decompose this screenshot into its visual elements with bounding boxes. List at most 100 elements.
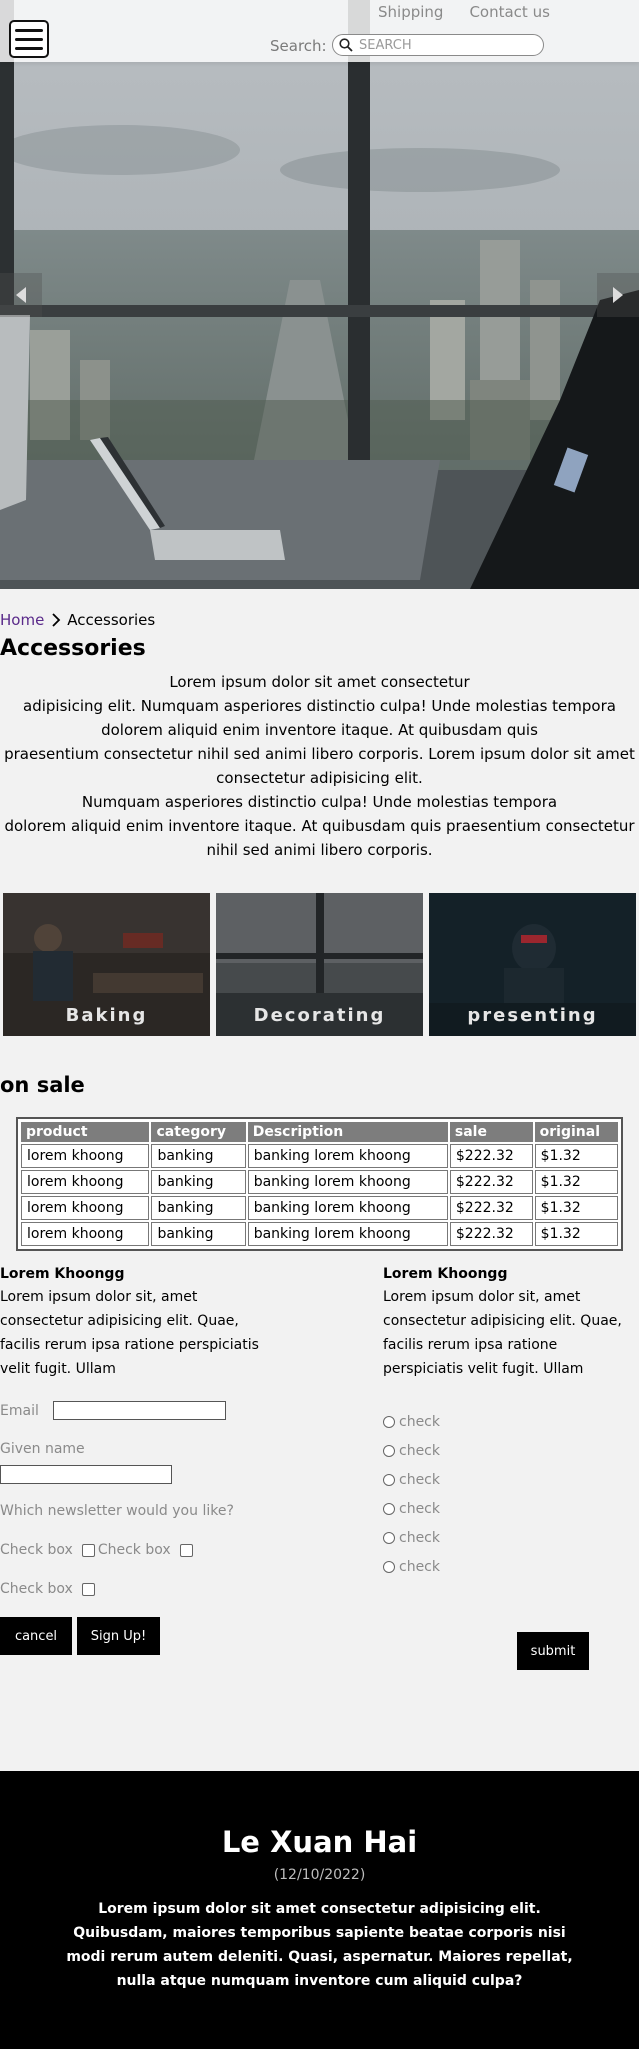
table-cell: $222.32: [449, 1222, 533, 1246]
table-cell: $1.32: [534, 1196, 618, 1220]
category-card-baking[interactable]: Baking: [3, 893, 210, 1036]
category-cards: Baking Decorating presenting: [3, 893, 636, 1036]
radio-button[interactable]: [383, 1473, 395, 1486]
table-cell: banking lorem khoong: [247, 1222, 448, 1246]
checkbox-label: Check box: [0, 1542, 73, 1558]
intro-line: praesentium consectetur nihil sed animi …: [4, 745, 635, 787]
table-cell: $222.32: [449, 1170, 533, 1194]
footer: Le Xuan Hai (12/10/2022) Lorem ipsum dol…: [0, 1771, 639, 2049]
checkbox[interactable]: [179, 1543, 193, 1557]
table-row: lorem khoong banking banking lorem khoon…: [21, 1222, 618, 1246]
radio-button[interactable]: [383, 1415, 395, 1428]
radio-option[interactable]: check: [383, 1547, 440, 1586]
category-label: Decorating: [253, 1005, 386, 1026]
checkbox[interactable]: [81, 1582, 95, 1596]
carousel-prev-button[interactable]: [0, 273, 42, 317]
newsletter-question: Which newsletter would you like?: [0, 1503, 234, 1519]
table-cell: lorem khoong: [21, 1170, 150, 1194]
table-cell: banking: [151, 1170, 246, 1194]
radio-button[interactable]: [383, 1444, 395, 1457]
radio-label: check: [399, 1500, 440, 1517]
radio-label: check: [399, 1529, 440, 1546]
hero-image: [0, 0, 639, 589]
search-label: Search:: [270, 37, 327, 55]
sign-up-button[interactable]: Sign Up!: [77, 1617, 160, 1655]
breadcrumb-current: Accessories: [67, 611, 156, 629]
left-info-column: Lorem Khoongg Lorem ipsum dolor sit, ame…: [0, 1263, 260, 1381]
radio-button[interactable]: [383, 1560, 395, 1573]
table-cell: banking lorem khoong: [247, 1196, 448, 1220]
table-cell: $222.32: [449, 1144, 533, 1168]
radio-label: check: [399, 1471, 440, 1488]
carousel-next-button[interactable]: [597, 273, 639, 317]
column-text: Lorem ipsum dolor sit, amet consectetur …: [383, 1289, 622, 1377]
hamburger-icon-bar: [15, 28, 43, 32]
hamburger-icon-bar: [15, 37, 43, 41]
table-cell: banking: [151, 1196, 246, 1220]
breadcrumb-home-link[interactable]: Home: [0, 611, 44, 629]
column-header: product: [21, 1122, 150, 1142]
table-row: lorem khoong banking banking lorem khoon…: [21, 1170, 618, 1194]
table-cell: $1.32: [534, 1222, 618, 1246]
column-title: Lorem Khoongg: [0, 1266, 125, 1282]
column-header: category: [151, 1122, 246, 1142]
hero-carousel: [0, 0, 639, 589]
table-cell: $1.32: [534, 1144, 618, 1168]
submit-button[interactable]: submit: [517, 1632, 589, 1670]
category-card-presenting[interactable]: presenting: [429, 893, 636, 1036]
table-cell: banking: [151, 1144, 246, 1168]
radio-button[interactable]: [383, 1502, 395, 1515]
breadcrumb: Home Accessories: [0, 611, 155, 629]
radio-group: check check check check check check: [383, 1402, 440, 1586]
table-cell: $222.32: [449, 1196, 533, 1220]
menu-button[interactable]: [9, 20, 49, 58]
table-cell: lorem khoong: [21, 1196, 150, 1220]
table-cell: lorem khoong: [21, 1144, 150, 1168]
radio-button[interactable]: [383, 1531, 395, 1544]
checkbox-label: Check box: [0, 1581, 73, 1597]
category-card-decorating[interactable]: Decorating: [216, 893, 423, 1036]
on-sale-heading: on sale: [0, 1073, 85, 1097]
right-info-column: Lorem Khoongg Lorem ipsum dolor sit, ame…: [383, 1263, 639, 1381]
intro-line: dolorem aliquid enim inventore itaque. A…: [4, 817, 635, 859]
email-row: Email: [0, 1401, 226, 1420]
category-label: presenting: [467, 1005, 598, 1026]
intro-line: Lorem ipsum dolor sit amet consectetur: [169, 673, 470, 691]
email-label: Email: [0, 1402, 39, 1419]
search-input[interactable]: [359, 37, 539, 53]
column-header: Description: [247, 1122, 448, 1142]
top-nav: Shipping Contact us: [378, 3, 550, 21]
chevron-right-icon: [52, 613, 61, 627]
email-field[interactable]: [52, 1401, 226, 1420]
radio-label: check: [399, 1558, 440, 1575]
search-icon: [339, 38, 353, 52]
triangle-left-icon: [16, 287, 26, 303]
footer-text: Lorem ipsum dolor sit amet consectetur a…: [66, 1901, 573, 1989]
sale-table: product category Description sale origin…: [16, 1117, 623, 1251]
cancel-button[interactable]: cancel: [0, 1617, 72, 1655]
top-header: Shipping Contact us Search:: [0, 0, 639, 62]
footer-date: (12/10/2022): [273, 1867, 366, 1883]
checkbox[interactable]: [81, 1543, 95, 1557]
search-box[interactable]: [332, 34, 544, 56]
column-text: Lorem ipsum dolor sit, amet consectetur …: [0, 1289, 259, 1377]
given-name-field[interactable]: [0, 1465, 172, 1484]
given-name-label: Given name: [0, 1441, 85, 1457]
table-row: lorem khoong banking banking lorem khoon…: [21, 1196, 618, 1220]
table-cell: lorem khoong: [21, 1222, 150, 1246]
intro-text: Lorem ipsum dolor sit amet consectetur a…: [0, 670, 639, 862]
table-cell: banking lorem khoong: [247, 1170, 448, 1194]
radio-label: check: [399, 1413, 440, 1430]
checkbox-row: Check box: [0, 1581, 95, 1597]
table-cell: $1.32: [534, 1170, 618, 1194]
column-header: sale: [449, 1122, 533, 1142]
nav-link-contact[interactable]: Contact us: [469, 3, 549, 21]
checkbox-row: Check box Check box: [0, 1542, 193, 1558]
checkbox-label: Check box: [97, 1542, 171, 1558]
column-header: original: [534, 1122, 618, 1142]
table-row: lorem khoong banking banking lorem khoon…: [21, 1144, 618, 1168]
table-cell: banking lorem khoong: [247, 1144, 448, 1168]
intro-line: adipisicing elit. Numquam asperiores dis…: [23, 697, 616, 739]
nav-link-shipping[interactable]: Shipping: [378, 3, 443, 21]
intro-line: Numquam asperiores distinctio culpa! Und…: [81, 793, 558, 811]
